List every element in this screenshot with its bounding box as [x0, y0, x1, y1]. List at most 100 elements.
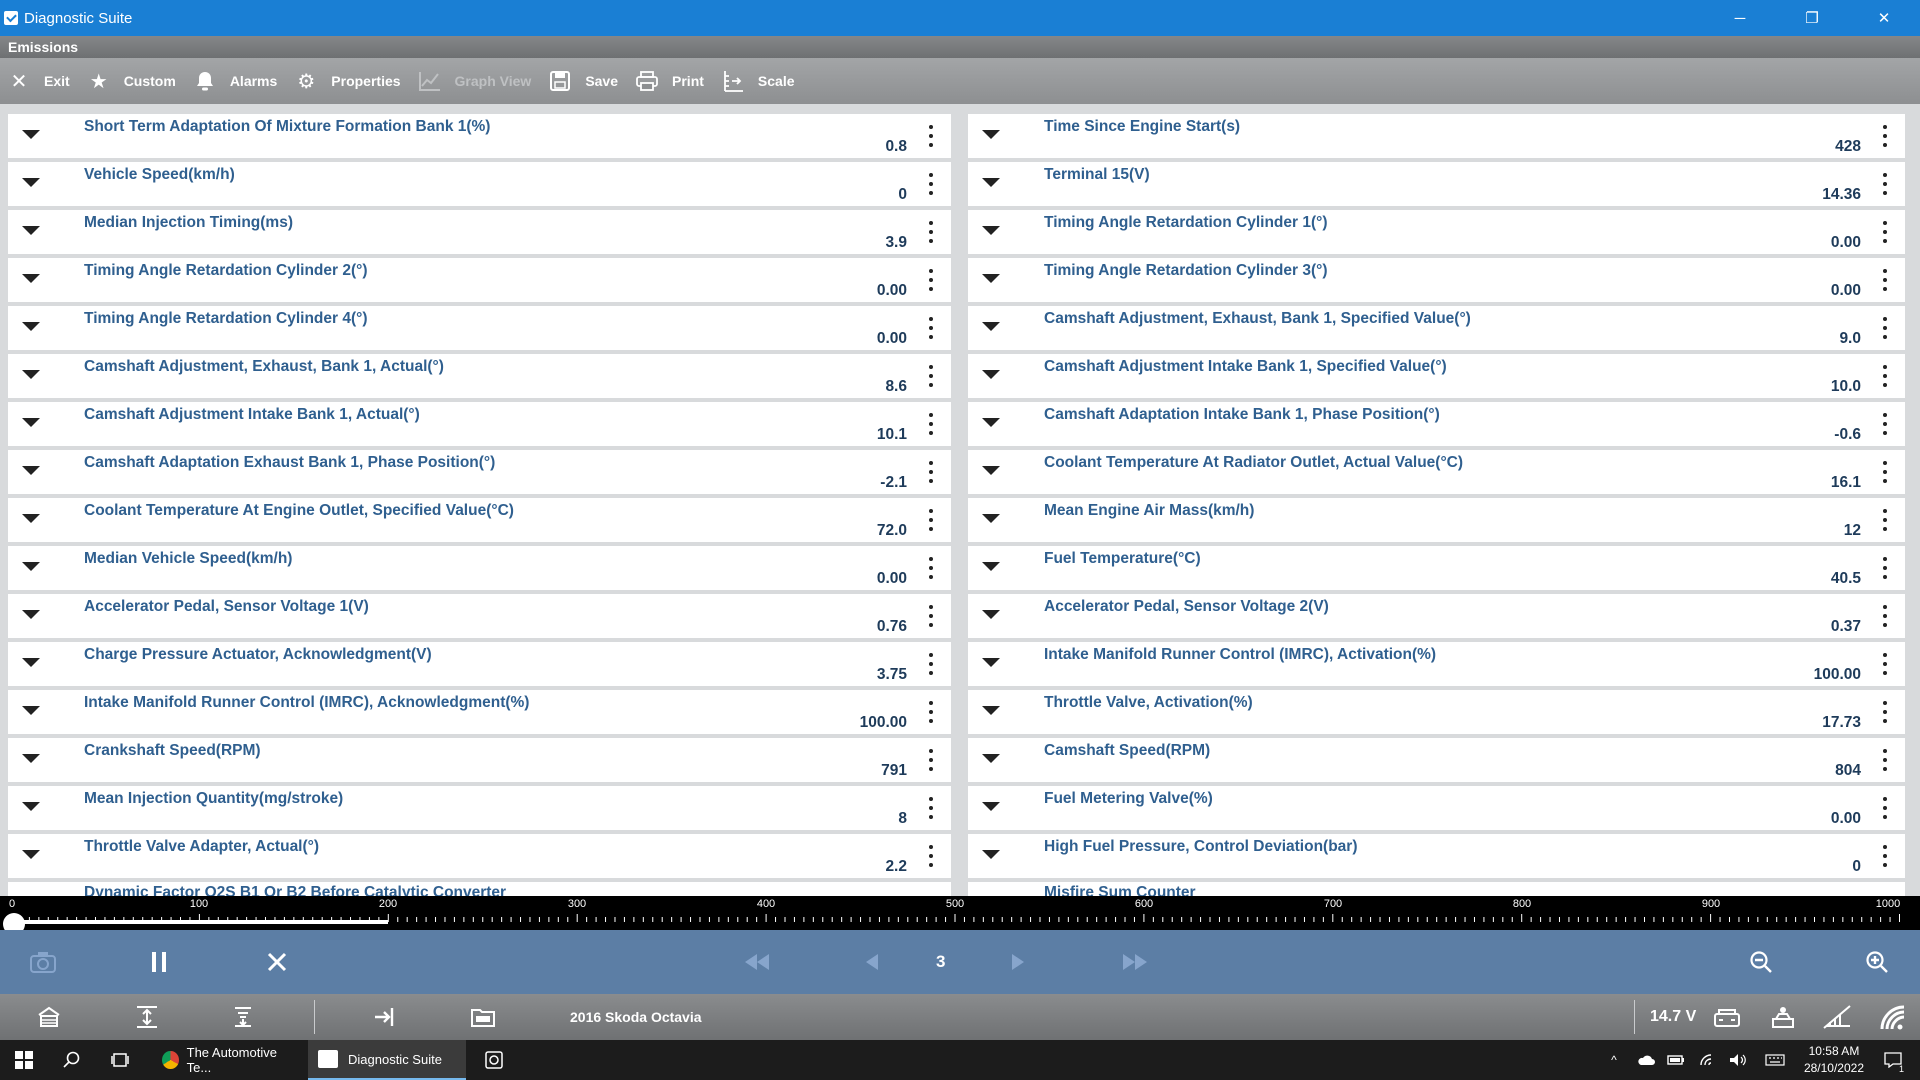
scale-button[interactable]: Scale: [722, 58, 795, 104]
expand-caret-icon[interactable]: [982, 466, 1000, 475]
expand-caret-icon[interactable]: [982, 706, 1000, 715]
expand-caret-icon[interactable]: [22, 562, 40, 571]
more-options-icon[interactable]: [929, 605, 933, 627]
parameter-row[interactable]: Camshaft Speed(RPM) 804: [968, 738, 1905, 782]
print-button[interactable]: Print: [636, 58, 704, 104]
more-options-icon[interactable]: [929, 509, 933, 531]
more-options-icon[interactable]: [1883, 461, 1887, 483]
fast-forward-icon[interactable]: [1120, 930, 1150, 994]
close-button[interactable]: ✕: [1848, 0, 1920, 36]
expand-caret-icon[interactable]: [982, 850, 1000, 859]
more-options-icon[interactable]: [929, 845, 933, 867]
parameter-row[interactable]: Intake Manifold Runner Control (IMRC), A…: [968, 642, 1905, 686]
custom-button[interactable]: ★ Custom: [88, 58, 176, 104]
windows-start-icon[interactable]: [12, 1040, 36, 1080]
more-options-icon[interactable]: [929, 365, 933, 387]
taskbar-app-diagnostic-suite[interactable]: Diagnostic Suite: [308, 1040, 466, 1080]
next-page-icon[interactable]: [1010, 930, 1026, 994]
expand-caret-icon[interactable]: [22, 610, 40, 619]
parameter-row[interactable]: Median Injection Timing(ms) 3.9: [8, 210, 951, 254]
more-options-icon[interactable]: [929, 461, 933, 483]
parameter-row[interactable]: Dynamic Factor O2S B1 Or B2 Before Catal…: [8, 882, 951, 896]
parameter-row[interactable]: Vehicle Speed(km/h) 0: [8, 162, 951, 206]
expand-caret-icon[interactable]: [982, 514, 1000, 523]
expand-caret-icon[interactable]: [982, 610, 1000, 619]
more-options-icon[interactable]: [929, 125, 933, 147]
parameter-row[interactable]: High Fuel Pressure, Control Deviation(ba…: [968, 834, 1905, 878]
maximize-button[interactable]: ❐: [1776, 0, 1848, 36]
expand-caret-icon[interactable]: [22, 418, 40, 427]
zoom-in-icon[interactable]: [1862, 930, 1892, 994]
expand-caret-icon[interactable]: [982, 274, 1000, 283]
parameter-row[interactable]: Camshaft Adjustment, Exhaust, Bank 1, Ac…: [8, 354, 951, 398]
parameter-row[interactable]: Timing Angle Retardation Cylinder 1(°) 0.…: [968, 210, 1905, 254]
exit-button[interactable]: ✕ Exit: [8, 58, 70, 104]
expand-caret-icon[interactable]: [982, 130, 1000, 139]
more-options-icon[interactable]: [1883, 125, 1887, 147]
pause-button[interactable]: [146, 930, 172, 994]
parameter-row[interactable]: Camshaft Adjustment Intake Bank 1, Actua…: [8, 402, 951, 446]
more-options-icon[interactable]: [1883, 845, 1887, 867]
network-icon[interactable]: [1698, 1040, 1718, 1080]
parameter-row[interactable]: Time Since Engine Start(s) 428: [968, 114, 1905, 158]
more-options-icon[interactable]: [1883, 509, 1887, 531]
camera-icon[interactable]: [26, 930, 60, 994]
more-options-icon[interactable]: [1883, 701, 1887, 723]
expand-caret-icon[interactable]: [22, 706, 40, 715]
onedrive-cloud-icon[interactable]: [1636, 1040, 1656, 1080]
parameter-row[interactable]: Coolant Temperature At Radiator Outlet, …: [968, 450, 1905, 494]
properties-button[interactable]: ⚙ Properties: [295, 58, 400, 104]
home-icon[interactable]: [34, 1002, 64, 1032]
expand-caret-icon[interactable]: [22, 802, 40, 811]
volume-icon[interactable]: [1728, 1040, 1748, 1080]
zoom-out-icon[interactable]: [1746, 930, 1776, 994]
expand-caret-icon[interactable]: [22, 466, 40, 475]
previous-page-icon[interactable]: [864, 930, 880, 994]
more-options-icon[interactable]: [1883, 653, 1887, 675]
timeline-scrubber[interactable]: 0 100 200 300 400 500 600 700 800 900 1000: [0, 896, 1920, 935]
search-icon[interactable]: [60, 1040, 84, 1080]
expand-caret-icon[interactable]: [22, 226, 40, 235]
more-options-icon[interactable]: [1883, 173, 1887, 195]
expand-caret-icon[interactable]: [22, 178, 40, 187]
expand-caret-icon[interactable]: [982, 418, 1000, 427]
expand-caret-icon[interactable]: [982, 562, 1000, 571]
more-options-icon[interactable]: [929, 797, 933, 819]
parameter-row[interactable]: Throttle Valve, Activation(%) 17.73: [968, 690, 1905, 734]
parameter-row[interactable]: Short Term Adaptation Of Mixture Formati…: [8, 114, 951, 158]
expand-caret-icon[interactable]: [982, 658, 1000, 667]
more-options-icon[interactable]: [1883, 749, 1887, 771]
keyboard-icon[interactable]: [1764, 1040, 1786, 1080]
more-options-icon[interactable]: [1883, 797, 1887, 819]
show-hidden-icons-icon[interactable]: ^: [1604, 1040, 1624, 1080]
expand-caret-icon[interactable]: [982, 754, 1000, 763]
expand-caret-icon[interactable]: [22, 322, 40, 331]
expand-caret-icon[interactable]: [22, 514, 40, 523]
import-icon[interactable]: [370, 1002, 400, 1032]
more-options-icon[interactable]: [929, 701, 933, 723]
parameter-row[interactable]: Median Vehicle Speed(km/h) 0.00: [8, 546, 951, 590]
parameter-row[interactable]: Intake Manifold Runner Control (IMRC), A…: [8, 690, 951, 734]
expand-caret-icon[interactable]: [982, 322, 1000, 331]
collapse-list-icon[interactable]: [228, 1002, 258, 1032]
more-options-icon[interactable]: [1883, 605, 1887, 627]
more-options-icon[interactable]: [1883, 557, 1887, 579]
system-clock[interactable]: 10:58 AM 28/10/2022: [1804, 1043, 1864, 1077]
rewind-fast-icon[interactable]: [742, 930, 772, 994]
alarms-button[interactable]: Alarms: [194, 58, 277, 104]
battery-icon[interactable]: [1666, 1040, 1686, 1080]
taskbar-app-chrome[interactable]: The Automotive Te...: [152, 1040, 306, 1080]
diagnostic-tool-icon[interactable]: [482, 1040, 506, 1080]
parameter-row[interactable]: Fuel Metering Valve(%) 0.00: [968, 786, 1905, 830]
expand-caret-icon[interactable]: [22, 130, 40, 139]
more-options-icon[interactable]: [929, 653, 933, 675]
parameter-row[interactable]: Fuel Temperature(°C) 40.5: [968, 546, 1905, 590]
parameter-row[interactable]: Accelerator Pedal, Sensor Voltage 2(V) 0.…: [968, 594, 1905, 638]
save-button[interactable]: Save: [549, 58, 618, 104]
expand-caret-icon[interactable]: [982, 226, 1000, 235]
parameter-row[interactable]: Misfire Sum Counter: [968, 882, 1905, 896]
parameter-row[interactable]: Camshaft Adaptation Intake Bank 1, Phase…: [968, 402, 1905, 446]
parameter-row[interactable]: Camshaft Adjustment Intake Bank 1, Speci…: [968, 354, 1905, 398]
parameter-row[interactable]: Timing Angle Retardation Cylinder 2(°) 0.…: [8, 258, 951, 302]
parameter-row[interactable]: Mean Engine Air Mass(km/h) 12: [968, 498, 1905, 542]
